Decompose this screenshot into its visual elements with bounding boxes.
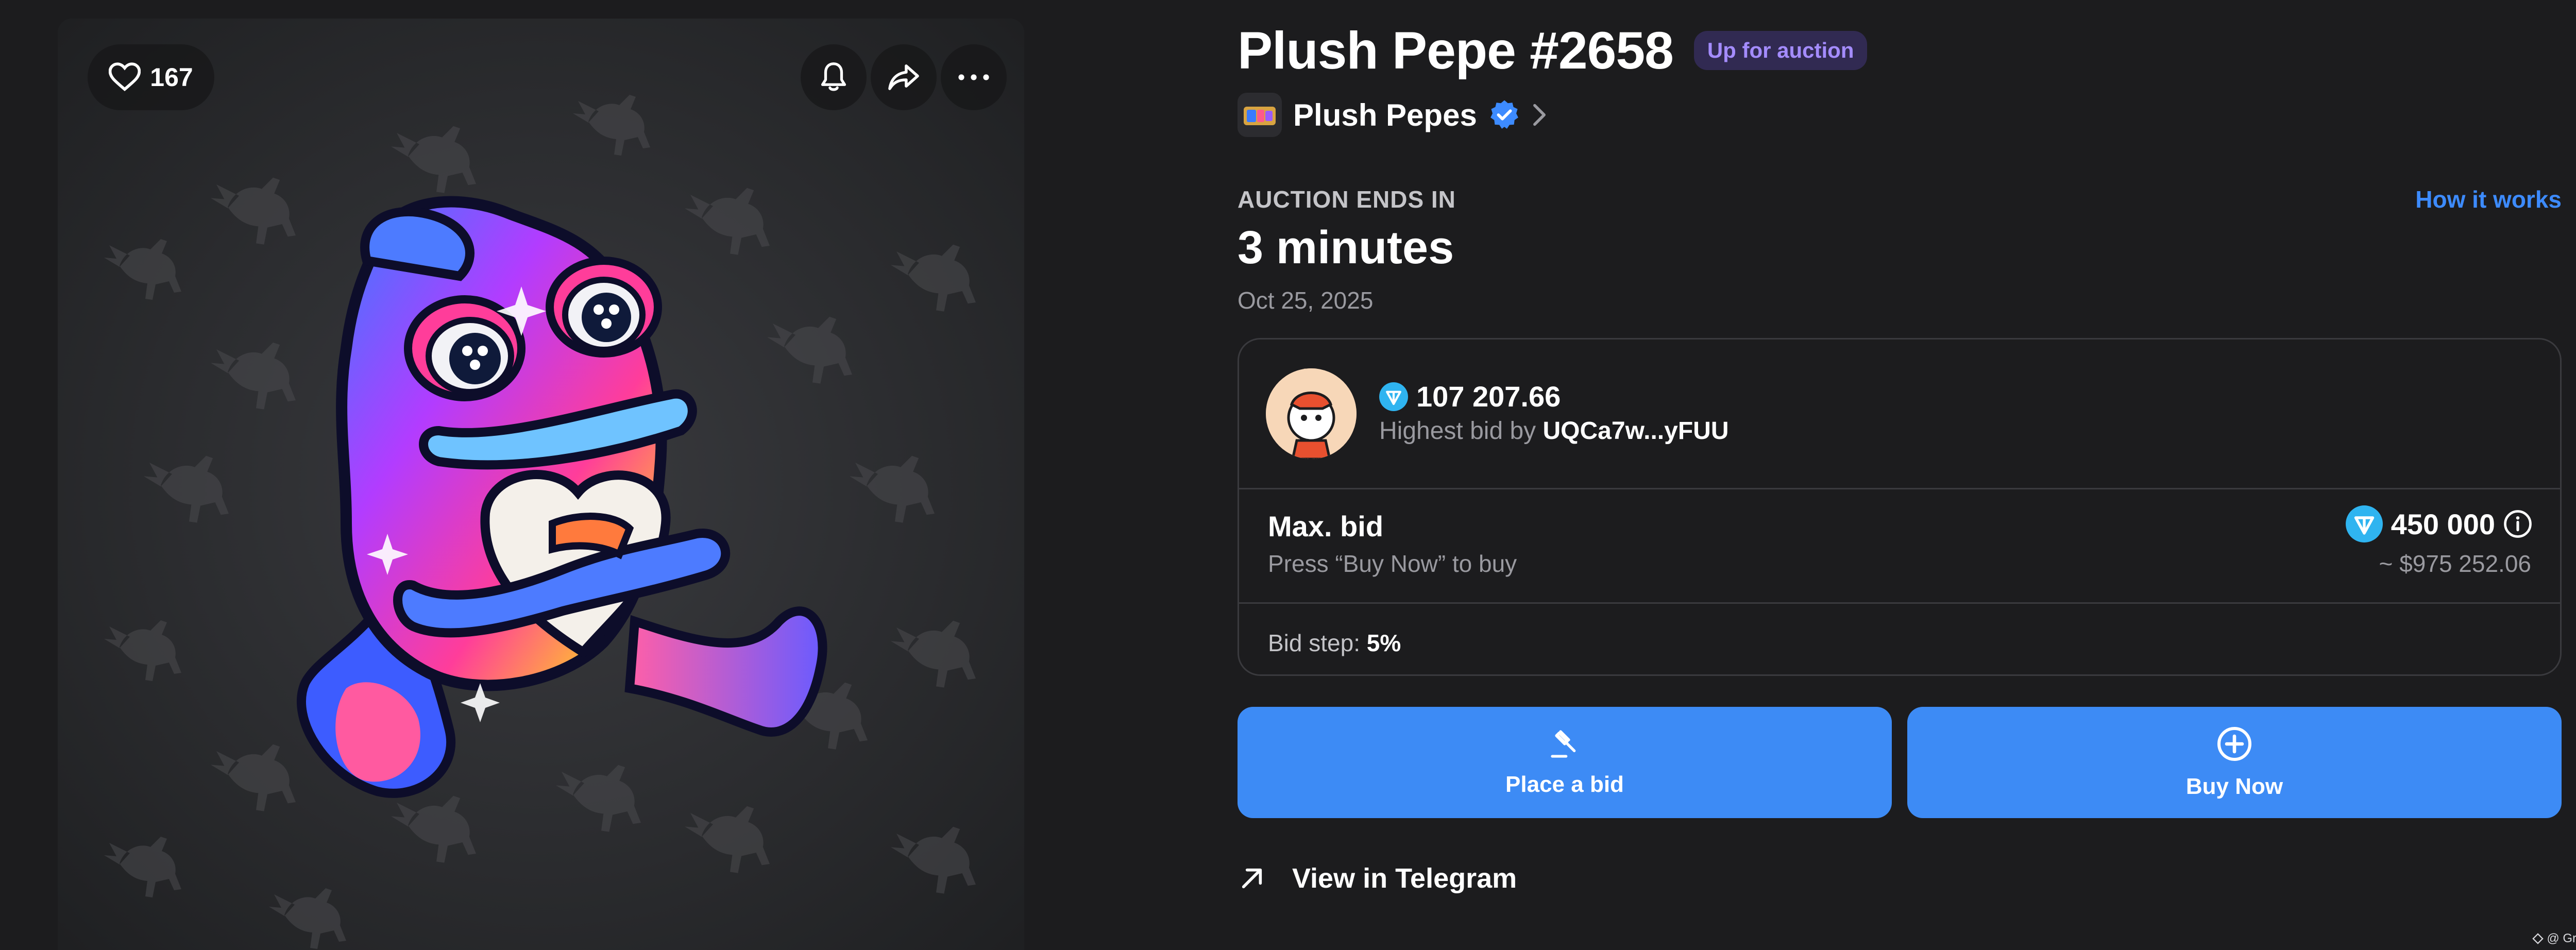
share-button[interactable] xyxy=(871,44,937,110)
chevron-right-icon xyxy=(1533,104,1546,126)
bid-step-value: 5% xyxy=(1366,630,1401,656)
info-icon[interactable] xyxy=(2503,510,2532,538)
max-bid-value: 450 000 xyxy=(2391,507,2495,540)
like-count: 167 xyxy=(150,63,193,92)
auction-end-date: Oct 25, 2025 xyxy=(1238,287,1374,314)
collection-name: Plush Pepes xyxy=(1293,97,1477,132)
highest-bidder-line: Highest bid by UQCa7w...yFUU xyxy=(1379,417,1728,445)
buy-now-label: Buy Now xyxy=(2185,774,2283,799)
diamond-icon xyxy=(2532,933,2544,944)
ton-icon xyxy=(2345,505,2383,542)
title-row: Plush Pepe #2658 Up for auction xyxy=(1238,20,1868,81)
card-divider xyxy=(1239,488,2560,489)
more-options-button[interactable] xyxy=(941,44,1007,110)
highest-bid-by-label: Highest bid by xyxy=(1379,417,1536,445)
buy-now-button[interactable]: Buy Now xyxy=(1907,707,2562,818)
auction-ends-label: AUCTION ENDS IN xyxy=(1238,186,1456,213)
bid-info-card: 107 207.66 Highest bid by UQCa7w...yFUU … xyxy=(1238,338,2562,676)
nft-info-panel: Plush Pepe #2658 Up for auction Plush Pe… xyxy=(1238,0,2562,950)
gavel-icon xyxy=(1551,730,1576,758)
like-button[interactable]: 167 xyxy=(88,44,214,110)
notify-button[interactable] xyxy=(801,44,867,110)
auction-time-remaining: 3 minutes xyxy=(1238,222,1454,274)
bidder-avatar xyxy=(1266,368,1357,459)
heart-icon xyxy=(109,62,141,91)
max-bid-label: Max. bid xyxy=(1268,510,1384,542)
collection-avatar xyxy=(1238,93,1282,137)
nft-media-panel: 167 xyxy=(58,19,1024,950)
place-bid-button[interactable]: Place a bid xyxy=(1238,707,1892,818)
max-bid-usd: ~ $975 252.06 xyxy=(2379,550,2531,577)
view-in-telegram-label: View in Telegram xyxy=(1292,863,1517,894)
watermark-text: @ Great Buffett xyxy=(2547,931,2576,945)
highest-bid-amount-row: 107 207.66 xyxy=(1379,380,1561,413)
nft-title: Plush Pepe #2658 xyxy=(1238,21,1674,80)
highest-bid-section: 107 207.66 Highest bid by UQCa7w...yFUU xyxy=(1239,340,2560,488)
bell-icon xyxy=(821,62,846,91)
max-bid-note: Press “Buy Now” to buy xyxy=(1268,550,1517,577)
plus-circle-icon xyxy=(2217,727,2251,761)
plush-pepe-artwork xyxy=(297,196,827,798)
status-badge: Up for auction xyxy=(1693,31,1868,70)
ton-icon xyxy=(1379,382,1408,411)
bid-step-line: Bid step: 5% xyxy=(1268,629,1401,657)
highest-bid-amount: 107 207.66 xyxy=(1416,380,1561,413)
more-icon xyxy=(958,74,989,80)
card-divider xyxy=(1239,602,2560,604)
place-bid-label: Place a bid xyxy=(1505,772,1624,797)
max-bid-value-row: 450 000 xyxy=(2345,505,2532,542)
verified-icon xyxy=(1490,100,1518,129)
bid-step-label: Bid step: xyxy=(1268,630,1360,656)
watermark: @ Great Buffett xyxy=(2532,931,2576,946)
arrow-up-right-icon xyxy=(1242,868,1262,889)
how-it-works-link[interactable]: How it works xyxy=(2415,185,2562,213)
highest-bidder-address[interactable]: UQCa7w...yFUU xyxy=(1543,417,1729,445)
view-in-telegram-link[interactable]: View in Telegram xyxy=(1238,855,1517,902)
share-icon xyxy=(888,64,919,90)
collection-link[interactable]: Plush Pepes xyxy=(1238,92,1547,138)
